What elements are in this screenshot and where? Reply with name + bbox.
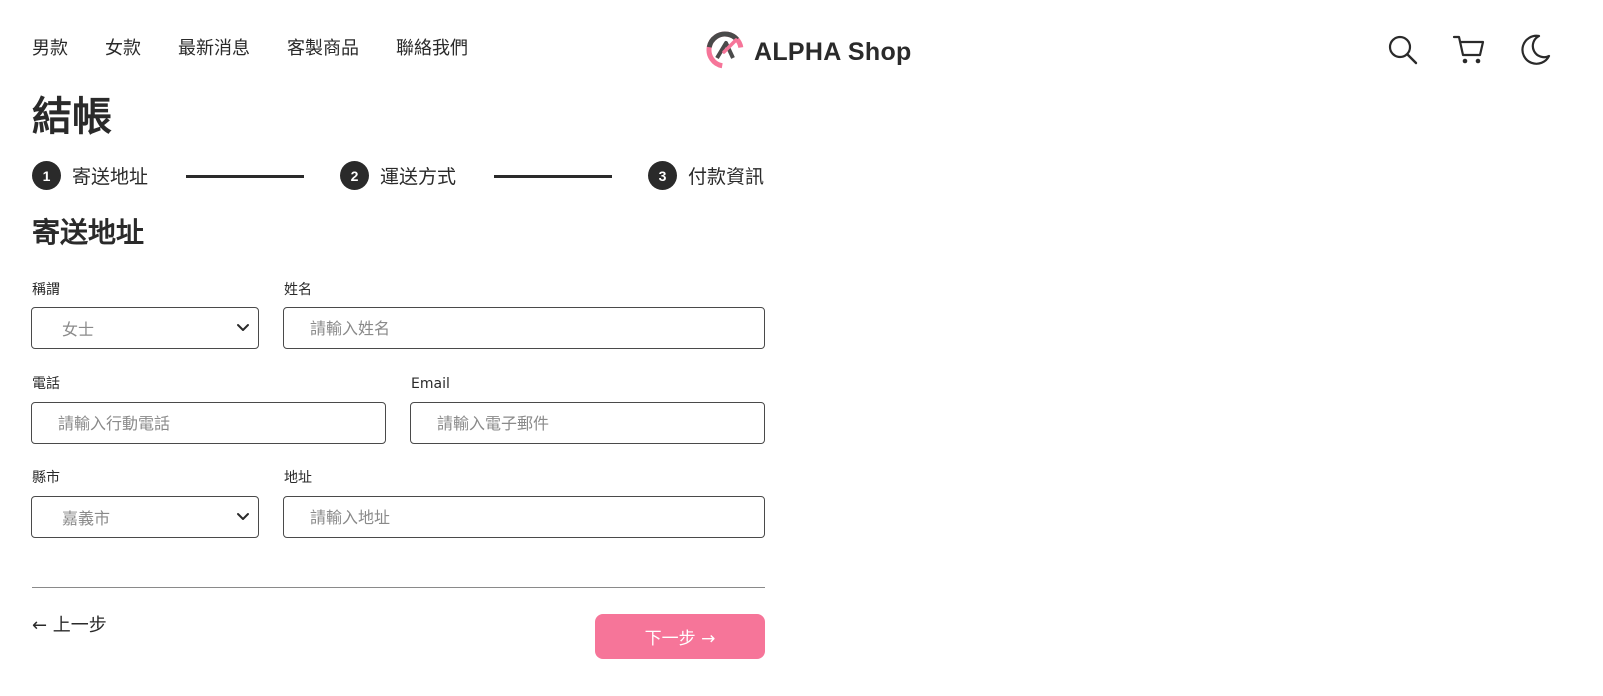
chevron-down-icon — [237, 324, 249, 331]
salutation-select[interactable]: 女士 — [31, 307, 259, 349]
next-step-button[interactable]: 下一步 → — [595, 614, 765, 659]
nav-item-news[interactable]: 最新消息 — [178, 37, 250, 61]
cart-icon[interactable] — [1451, 32, 1487, 68]
email-field — [410, 402, 765, 444]
address-label: 地址 — [284, 470, 312, 486]
email-input[interactable] — [411, 403, 764, 443]
brand-name: ALPHA Shop — [754, 37, 912, 66]
name-field — [283, 307, 765, 349]
step-connector — [494, 175, 612, 178]
nav-item-women[interactable]: 女款 — [105, 37, 141, 61]
logo-icon — [706, 31, 744, 73]
city-label: 縣市 — [32, 470, 60, 486]
nav-item-contact[interactable]: 聯絡我們 — [396, 37, 468, 61]
step-number: 3 — [648, 161, 677, 190]
phone-input[interactable] — [32, 403, 385, 443]
page-title: 結帳 — [32, 94, 112, 140]
salutation-value: 女士 — [62, 320, 95, 339]
search-icon[interactable] — [1385, 32, 1421, 68]
site-header: 男款 女款 最新消息 客製商品 聯絡我們 ALPHA Shop — [0, 0, 1603, 100]
city-value: 嘉義市 — [62, 509, 111, 528]
main-nav: 男款 女款 最新消息 客製商品 聯絡我們 — [32, 37, 505, 61]
checkout-stepper: 1 寄送地址 2 運送方式 3 付款資訊 — [32, 161, 784, 191]
step-label: 寄送地址 — [72, 166, 149, 188]
nav-item-men[interactable]: 男款 — [32, 37, 68, 61]
prev-step-button[interactable]: ← 上一步 — [32, 614, 107, 638]
phone-field — [31, 402, 386, 444]
section-title: 寄送地址 — [32, 216, 145, 249]
phone-label: 電話 — [32, 376, 60, 392]
address-field — [283, 496, 765, 538]
step-shipping-method: 2 運送方式 — [340, 161, 456, 190]
step-connector — [186, 175, 304, 178]
email-label: Email — [411, 376, 450, 392]
salutation-label: 稱謂 — [32, 282, 60, 298]
moon-icon[interactable] — [1517, 32, 1553, 68]
step-label: 付款資訊 — [688, 166, 765, 188]
name-input[interactable] — [284, 308, 764, 348]
step-number: 1 — [32, 161, 61, 190]
nav-item-custom[interactable]: 客製商品 — [287, 37, 359, 61]
step-number: 2 — [340, 161, 369, 190]
step-label: 運送方式 — [380, 166, 457, 188]
step-shipping-address: 1 寄送地址 — [32, 161, 148, 190]
address-input[interactable] — [284, 497, 764, 537]
city-select[interactable]: 嘉義市 — [31, 496, 259, 538]
form-divider — [32, 587, 765, 588]
step-payment-info: 3 付款資訊 — [648, 161, 764, 190]
brand-logo[interactable]: ALPHA Shop — [706, 31, 912, 73]
chevron-down-icon — [237, 513, 249, 520]
name-label: 姓名 — [284, 282, 312, 298]
